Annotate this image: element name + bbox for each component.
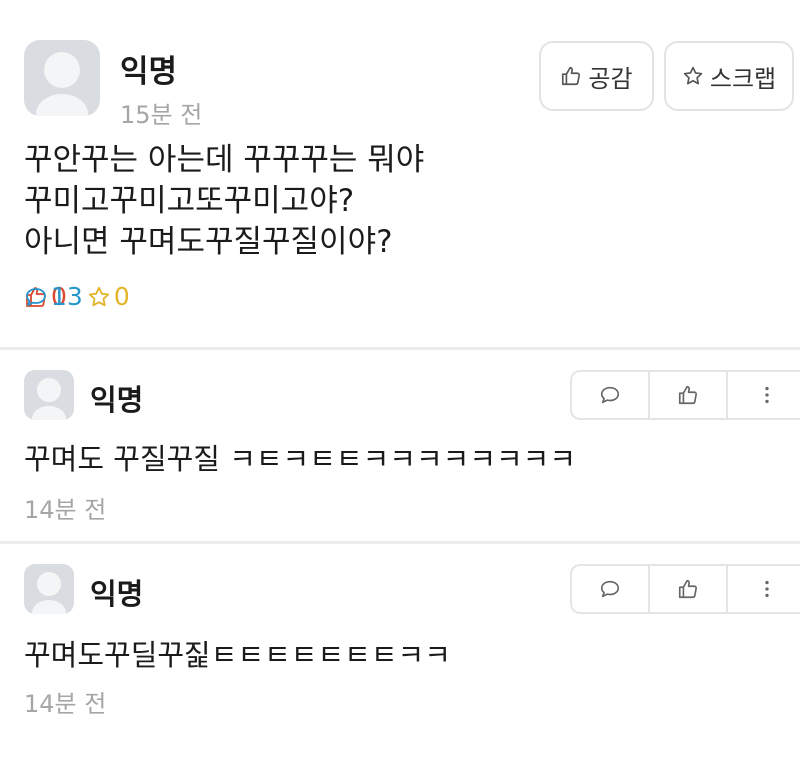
comment-action-bar bbox=[570, 564, 800, 614]
reply-button[interactable] bbox=[572, 372, 650, 418]
comment-item: 익명 꾸며도꾸딜꾸짍ㅌㅌㅌㅌㅌㅌㅌㅋㅋ 14분 전 bbox=[0, 544, 800, 744]
more-vertical-icon bbox=[765, 386, 769, 404]
comment-timestamp: 14분 전 bbox=[24, 690, 107, 718]
comment-text: 꾸며도 꾸질꾸질 ㅋㅌㅋㅌㅌㅋㅋㅋㅋㅋㅋㅋㅋ bbox=[24, 442, 577, 476]
post-body: 꾸안꾸는 아는데 꾸꾸꾸는 뭐야 꾸미고꾸미고또꾸미고야? 아니면 꾸며도꾸질꾸… bbox=[24, 142, 425, 260]
comment-text: 꾸며도꾸딜꾸짍ㅌㅌㅌㅌㅌㅌㅌㅋㅋ bbox=[24, 638, 451, 672]
comment-action-bar bbox=[570, 370, 800, 420]
post-timestamp: 15분 전 bbox=[120, 101, 203, 129]
thumbs-up-icon bbox=[560, 65, 582, 87]
avatar bbox=[24, 370, 74, 420]
scrap-button[interactable]: 스크랩 bbox=[664, 41, 794, 111]
thumbs-up-icon bbox=[678, 385, 698, 405]
comment-author: 익명 bbox=[90, 383, 144, 417]
thumbs-up-icon bbox=[678, 579, 698, 599]
like-button-label: 공감 bbox=[588, 64, 633, 93]
comment-item: 익명 꾸며도 꾸질꾸질 ㅋㅌㅋㅌㅌㅋㅋㅋㅋㅋㅋㅋㅋ 14분 전 bbox=[0, 350, 800, 540]
comment-like-button[interactable] bbox=[650, 372, 728, 418]
post-stats: 0 13 0 bbox=[24, 282, 150, 311]
speech-bubble-icon bbox=[26, 287, 46, 306]
comment-count: 13 bbox=[24, 282, 800, 311]
more-options-button[interactable] bbox=[728, 566, 800, 612]
comment-author: 익명 bbox=[90, 577, 144, 611]
comment-timestamp: 14분 전 bbox=[24, 496, 107, 524]
more-vertical-icon bbox=[765, 580, 769, 598]
post-author: 익명 bbox=[120, 54, 178, 90]
star-icon bbox=[682, 65, 704, 87]
speech-bubble-icon bbox=[600, 386, 620, 404]
scrap-button-label: 스크랩 bbox=[709, 64, 777, 93]
more-options-button[interactable] bbox=[728, 372, 800, 418]
avatar bbox=[24, 40, 100, 116]
like-button[interactable]: 공감 bbox=[539, 41, 654, 111]
comment-count-value: 13 bbox=[51, 282, 83, 311]
avatar bbox=[24, 564, 74, 614]
reply-button[interactable] bbox=[572, 566, 650, 612]
comment-like-button[interactable] bbox=[650, 566, 728, 612]
speech-bubble-icon bbox=[600, 580, 620, 598]
post-card: 익명 15분 전 공감 스크랩 꾸안꾸는 아는데 꾸꾸꾸는 뭐야 꾸미고꾸미고또… bbox=[0, 0, 800, 345]
